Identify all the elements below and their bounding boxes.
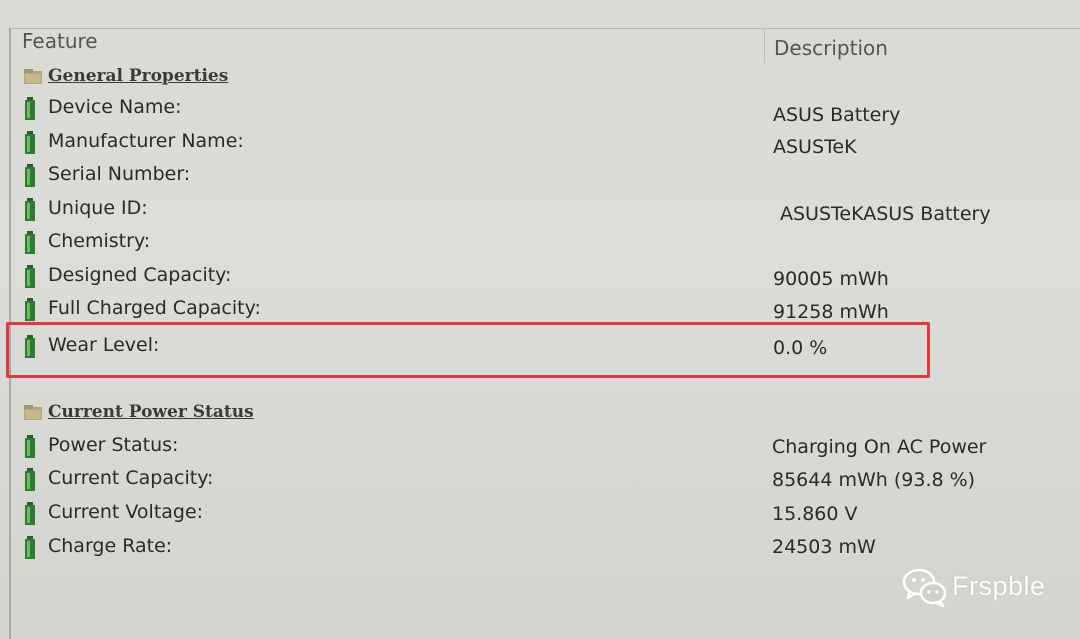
property-label: Power Status:	[48, 434, 179, 456]
section-folder-icon	[24, 405, 42, 420]
property-value: 15.860 V	[772, 503, 858, 525]
column-separator[interactable]	[764, 29, 765, 63]
property-label: Serial Number:	[48, 163, 191, 185]
property-label: Unique ID:	[48, 197, 148, 219]
section-general-properties[interactable]: General Properties	[0, 62, 1080, 92]
battery-icon	[25, 231, 35, 254]
property-value: 90005 mWh	[773, 268, 889, 290]
property-row-current-voltage[interactable]: Current Voltage: 15.860 V	[0, 499, 1080, 529]
section-current-power-status[interactable]: Current Power Status	[0, 398, 1080, 428]
battery-icon	[25, 97, 35, 120]
property-row-serial-number[interactable]: Serial Number:	[0, 161, 1080, 191]
battery-icon	[25, 164, 35, 187]
column-header-bar[interactable]	[11, 29, 1080, 63]
section-folder-icon	[24, 69, 42, 84]
property-row-full-charged-capacity[interactable]: Full Charged Capacity: 91258 mWh	[0, 295, 1080, 325]
property-row-manufacturer-name[interactable]: Manufacturer Name: ASUSTeK	[0, 128, 1080, 158]
battery-icon	[25, 468, 35, 491]
property-label: Current Capacity:	[48, 467, 214, 489]
property-row-current-capacity[interactable]: Current Capacity: 85644 mWh (93.8 %)	[0, 465, 1080, 495]
battery-icon	[25, 536, 35, 559]
property-value: ASUSTeKASUS Battery	[780, 203, 991, 225]
property-row-charge-rate[interactable]: Charge Rate: 24503 mW	[0, 533, 1080, 563]
watermark-text: Frspble	[952, 571, 1046, 601]
property-value: 24503 mW	[772, 536, 876, 558]
battery-icon	[25, 131, 35, 154]
battery-icon	[25, 298, 35, 321]
property-label: Current Voltage:	[48, 501, 204, 523]
property-row-unique-id[interactable]: Unique ID: ASUSTeKASUS Battery	[0, 195, 1080, 225]
property-value: Charging On AC Power	[772, 436, 987, 458]
battery-icon	[25, 198, 35, 221]
section-title: General Properties	[48, 66, 229, 86]
property-row-device-name[interactable]: Device Name: ASUS Battery	[0, 94, 1080, 126]
chat-bubbles-icon	[902, 568, 947, 608]
property-label: Charge Rate:	[48, 535, 173, 557]
battery-icon	[25, 502, 35, 525]
property-row-chemistry[interactable]: Chemistry:	[0, 228, 1080, 258]
battery-properties-panel: Feature Description General Properties D…	[0, 0, 1080, 639]
property-value: 91258 mWh	[773, 301, 889, 323]
property-label: Full Charged Capacity:	[48, 297, 261, 319]
property-label: Designed Capacity:	[48, 264, 232, 286]
property-label: Chemistry:	[48, 230, 151, 252]
feature-column-header[interactable]: Feature	[22, 29, 98, 53]
wear-level-highlight-box	[6, 322, 930, 378]
description-column-header[interactable]: Description	[774, 36, 888, 60]
property-value: ASUSTeK	[773, 136, 857, 158]
section-title: Current Power Status	[48, 402, 254, 422]
battery-icon	[25, 435, 35, 458]
property-row-designed-capacity[interactable]: Designed Capacity: 90005 mWh	[0, 262, 1080, 292]
property-value: 85644 mWh (93.8 %)	[772, 469, 976, 491]
property-value: ASUS Battery	[773, 104, 901, 126]
property-label: Device Name:	[48, 96, 182, 118]
property-row-power-status[interactable]: Power Status: Charging On AC Power	[0, 432, 1080, 462]
battery-icon	[25, 265, 35, 288]
property-label: Manufacturer Name:	[48, 130, 244, 152]
